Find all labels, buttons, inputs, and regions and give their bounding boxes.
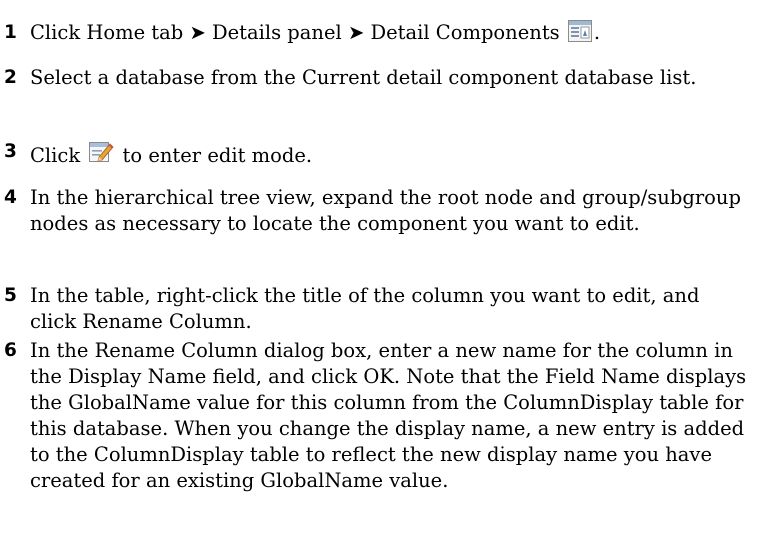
step-1: 1 Click Home tab ➤ Details panel ➤ Detai… [4,20,749,49]
detail-components-icon [567,20,592,49]
step-number: 1 [4,22,17,43]
step-text: Select a database from the Current detai… [30,66,697,89]
step-number: 4 [4,187,17,208]
step-text: Click [30,144,81,167]
step-text: In the Rename Column dialog box, enter a… [30,339,747,492]
step-3: 3 Click to enter edit mode. [4,139,749,172]
step-6: 6 In the Rename Column dialog box, enter… [4,338,749,494]
step-text-end: to enter edit mode. [122,144,313,167]
step-5: 5 In the table, right-click the title of… [4,283,749,335]
step-number: 3 [4,141,17,162]
step-text: In the table, right-click the title of t… [30,284,700,333]
step-number: 5 [4,285,17,306]
step-4: 4 In the hierarchical tree view, expand … [4,185,749,237]
step-number: 6 [4,340,17,361]
step-2: 2 Select a database from the Current det… [4,65,749,91]
edit-mode-icon [88,139,114,172]
step-text: Click Home tab ➤ Details panel ➤ Detail … [30,21,560,44]
step-text: In the hierarchical tree view, expand th… [30,186,741,235]
step-number: 2 [4,67,17,88]
step-text-end: . [593,21,601,44]
